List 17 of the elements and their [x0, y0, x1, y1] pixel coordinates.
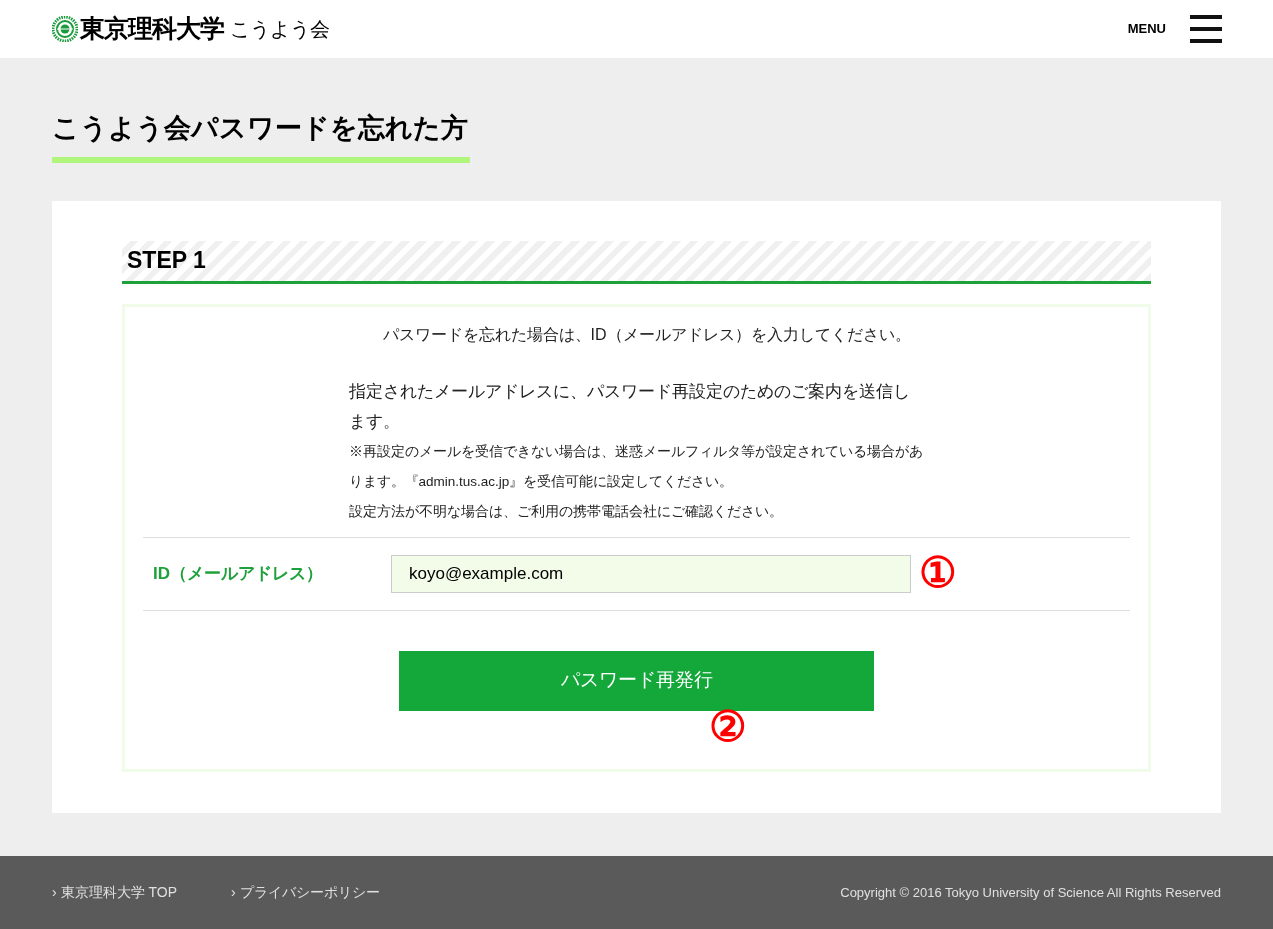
callout-number: ① — [919, 548, 957, 597]
emblem-logo-icon — [52, 16, 78, 42]
email-input-field[interactable]: koyo@example.com — [391, 554, 911, 593]
copyright-text: Copyright © 2016 Tokyo University of Science All Rights Reserved — [840, 883, 1221, 902]
page-title: こうよう会パスワードを忘れた方 — [52, 108, 470, 163]
note-text: ※再設定のメールを受信できない場合は、迷惑メールフィルタ等が設定されている場合があります。『admin.tus.ac.jp』を受信可能に設定してください。 — [348, 442, 924, 491]
menu-icon[interactable] — [1190, 15, 1222, 43]
menu-label[interactable]: MENU — [1127, 19, 1166, 39]
footer-link[interactable]: › 東京理科大学 TOP — [52, 882, 177, 903]
description-text: 指定されたメールアドレスに、パスワード再設定のためのご案内を送信します。 — [348, 380, 911, 433]
footer-link[interactable]: › プライバシーポリシー — [231, 882, 380, 903]
step-heading: STEP 1 — [122, 240, 1151, 284]
site-name: こうよう会 — [230, 17, 330, 42]
field-label: ID（メールアドレス） — [152, 562, 324, 585]
note-text: 設定方法が不明な場合は、ご利用の携帯電話会社にご確認ください。 — [348, 502, 784, 521]
university-logo-text[interactable]: 東京理科大学 — [80, 10, 224, 48]
intro-text: パスワードを忘れた場合は、ID（メールアドレス）を入力してください。 — [381, 324, 912, 345]
